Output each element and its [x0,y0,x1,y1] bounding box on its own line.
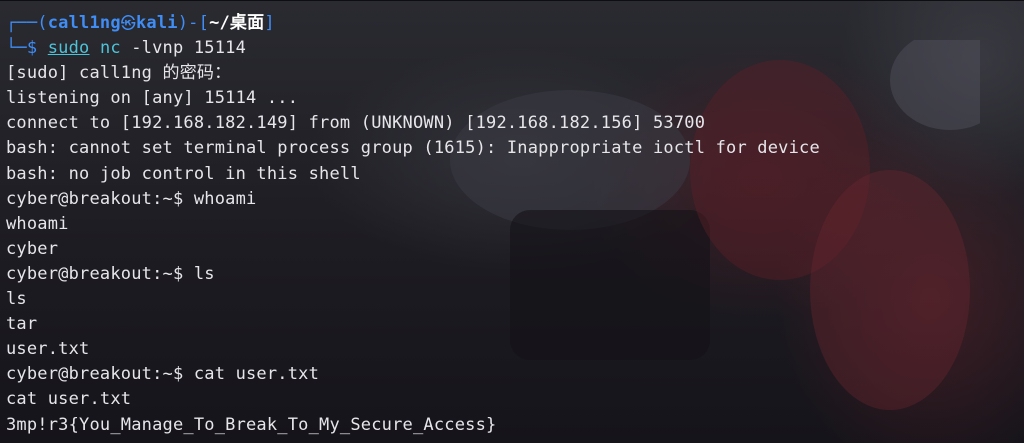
prompt-corner-bottom: └─ [6,38,27,59]
command-nc: nc [99,38,121,59]
terminal-output[interactable]: ┌──(call1ng㉿kali)-[~/桌面] └─$ sudo nc -lv… [6,11,1024,438]
command-sudo: sudo [47,38,90,59]
prompt-host: kali [136,13,178,33]
output-line: tar [6,314,38,335]
command-args: -lvnp 15114 [131,38,247,59]
output-line: cyber@breakout:~$ ls [6,263,215,284]
skull-icon: ㉿ [120,14,136,32]
output-line: whoami [6,213,69,234]
output-line: ls [6,289,27,310]
prompt-path: ~/桌面 [209,13,265,33]
prompt-user: call1ng [47,13,121,33]
prompt-end: ] [264,13,275,33]
output-line: bash: no job control in this shell [6,163,361,184]
output-line: connect to [192.168.182.149] from (UNKNO… [6,113,706,134]
prompt-corner-top: ┌──( [6,13,48,33]
prompt-dollar: $ [26,38,48,59]
output-line: bash: cannot set terminal process group … [6,138,820,159]
output-line: user.txt [6,339,90,360]
prompt-line-top: ┌──(call1ng㉿kali)-[~/桌面] [6,11,1024,36]
output-line: cyber@breakout:~$ whoami [6,188,257,209]
output-line: cyber [6,238,59,259]
prompt-separator: )-[ [177,13,210,33]
prompt-line-bottom: └─$ sudo nc -lvnp 15114 [6,36,1024,61]
output-line: [sudo] call1ng 的密码： [6,63,232,84]
output-line: listening on [any] 15114 ... [6,88,299,109]
window-top-border [0,0,1024,1]
output-line: 3mp!r3{You_Manage_To_Break_To_My_Secure_… [6,414,497,435]
output-line: cat user.txt [6,389,132,410]
terminal-window[interactable]: ┌──(call1ng㉿kali)-[~/桌面] └─$ sudo nc -lv… [0,0,1024,443]
output-line: cyber@breakout:~$ cat user.txt [6,364,320,385]
